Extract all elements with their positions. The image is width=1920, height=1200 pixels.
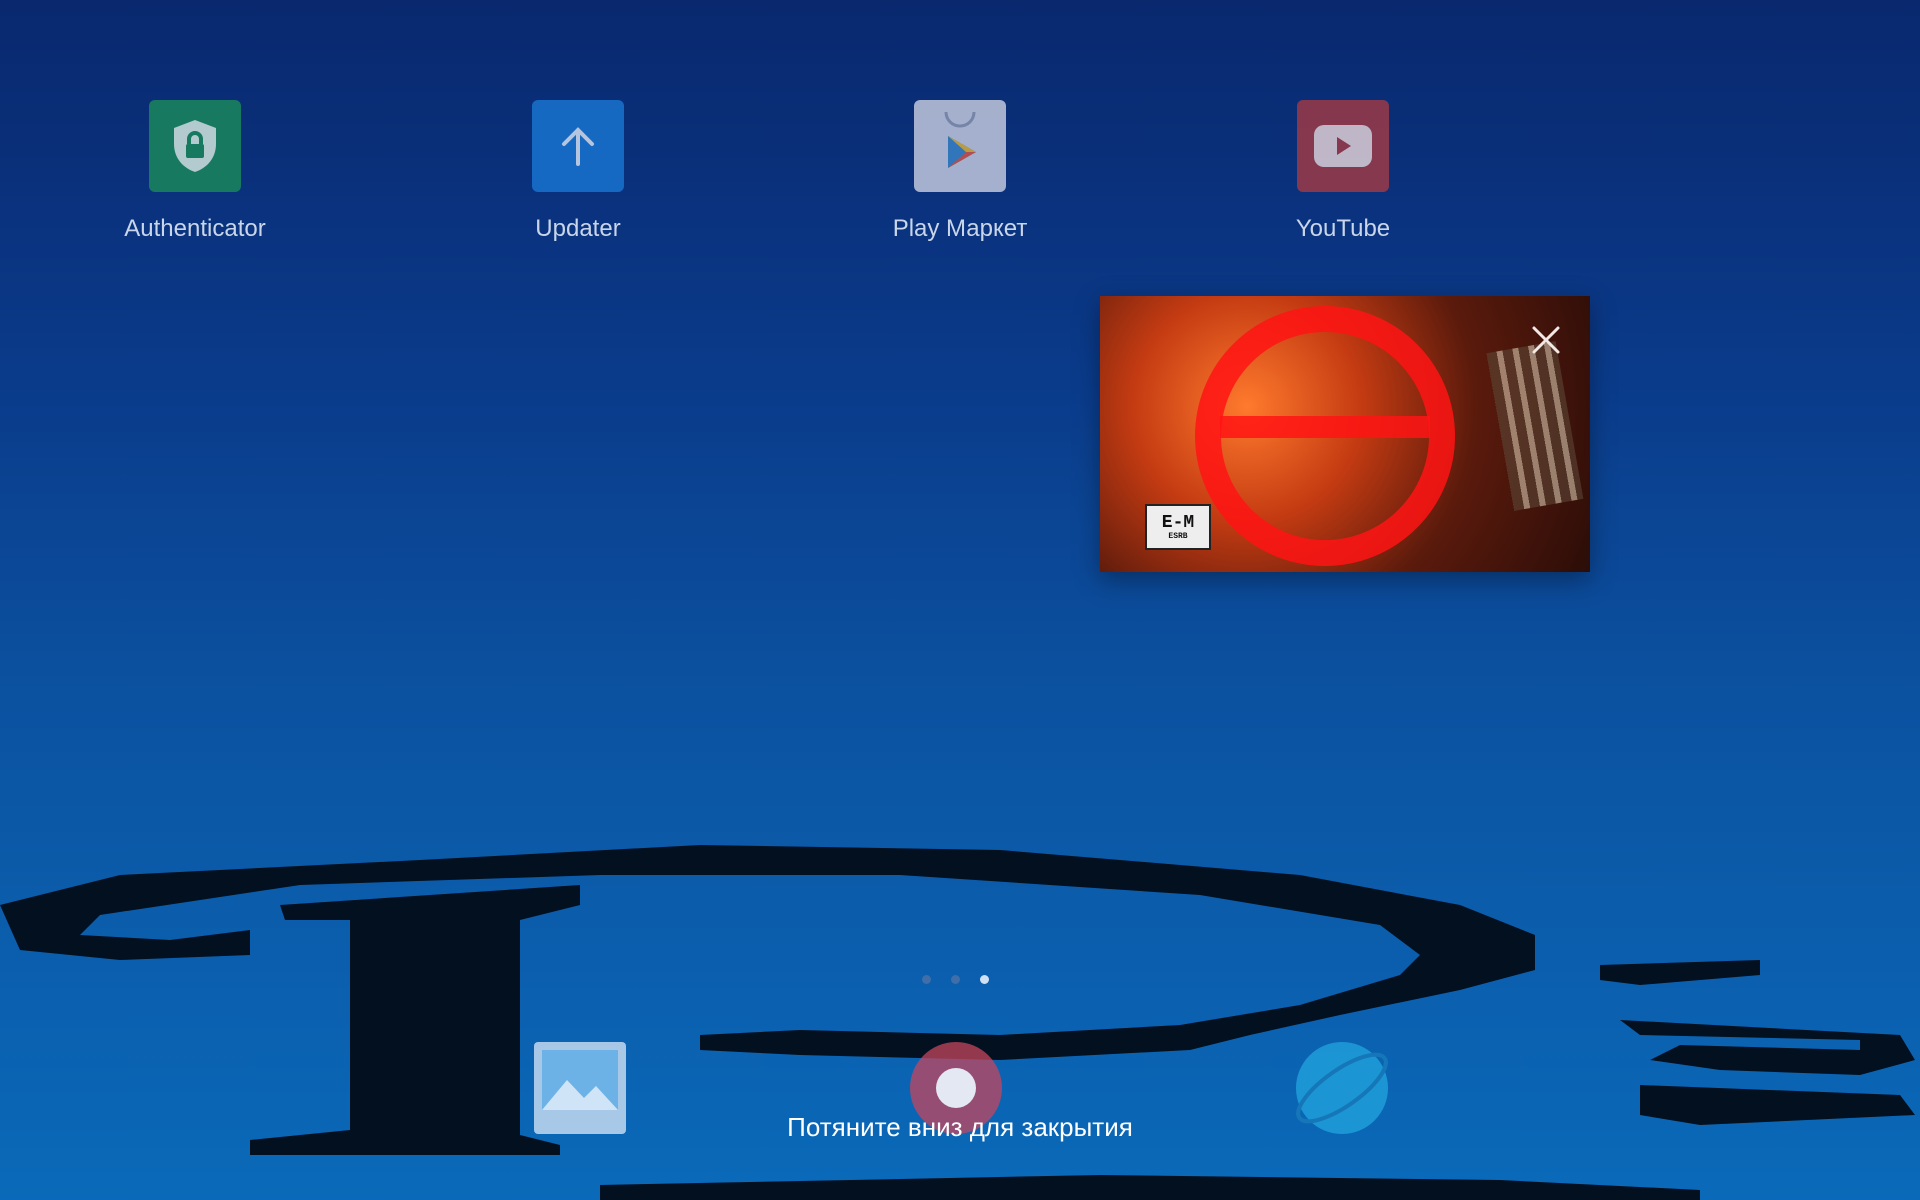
- app-label: Authenticator: [124, 215, 266, 242]
- app-authenticator[interactable]: Authenticator: [45, 100, 345, 243]
- app-updater[interactable]: Updater: [428, 100, 728, 243]
- app-youtube[interactable]: YouTube: [1193, 100, 1493, 243]
- page-dot-active: [980, 975, 989, 984]
- picture-in-picture-video[interactable]: E-M ESRB: [1100, 296, 1590, 572]
- youtube-icon: [1297, 100, 1389, 192]
- esrb-rating-badge: E-M ESRB: [1145, 504, 1211, 550]
- page-indicator: [922, 975, 989, 984]
- swipe-down-hint: Потяните вниз для закрытия: [787, 1112, 1133, 1142]
- rating-sub-text: ESRB: [1168, 531, 1188, 541]
- page-dot: [951, 975, 960, 984]
- app-label: YouTube: [1295, 215, 1391, 242]
- arrow-up-icon: [532, 100, 624, 192]
- close-icon[interactable]: [1526, 320, 1566, 360]
- play-store-icon: [914, 100, 1006, 192]
- app-label: Play Маркет: [892, 215, 1028, 242]
- video-frame-graphic: [1486, 341, 1584, 511]
- rating-text: E-M: [1161, 512, 1195, 533]
- page-dot: [922, 975, 931, 984]
- app-label: Updater: [535, 215, 621, 242]
- shield-lock-icon: [149, 100, 241, 192]
- video-frame-graphic: [1220, 416, 1430, 438]
- app-play-store[interactable]: Play Маркет: [810, 100, 1110, 243]
